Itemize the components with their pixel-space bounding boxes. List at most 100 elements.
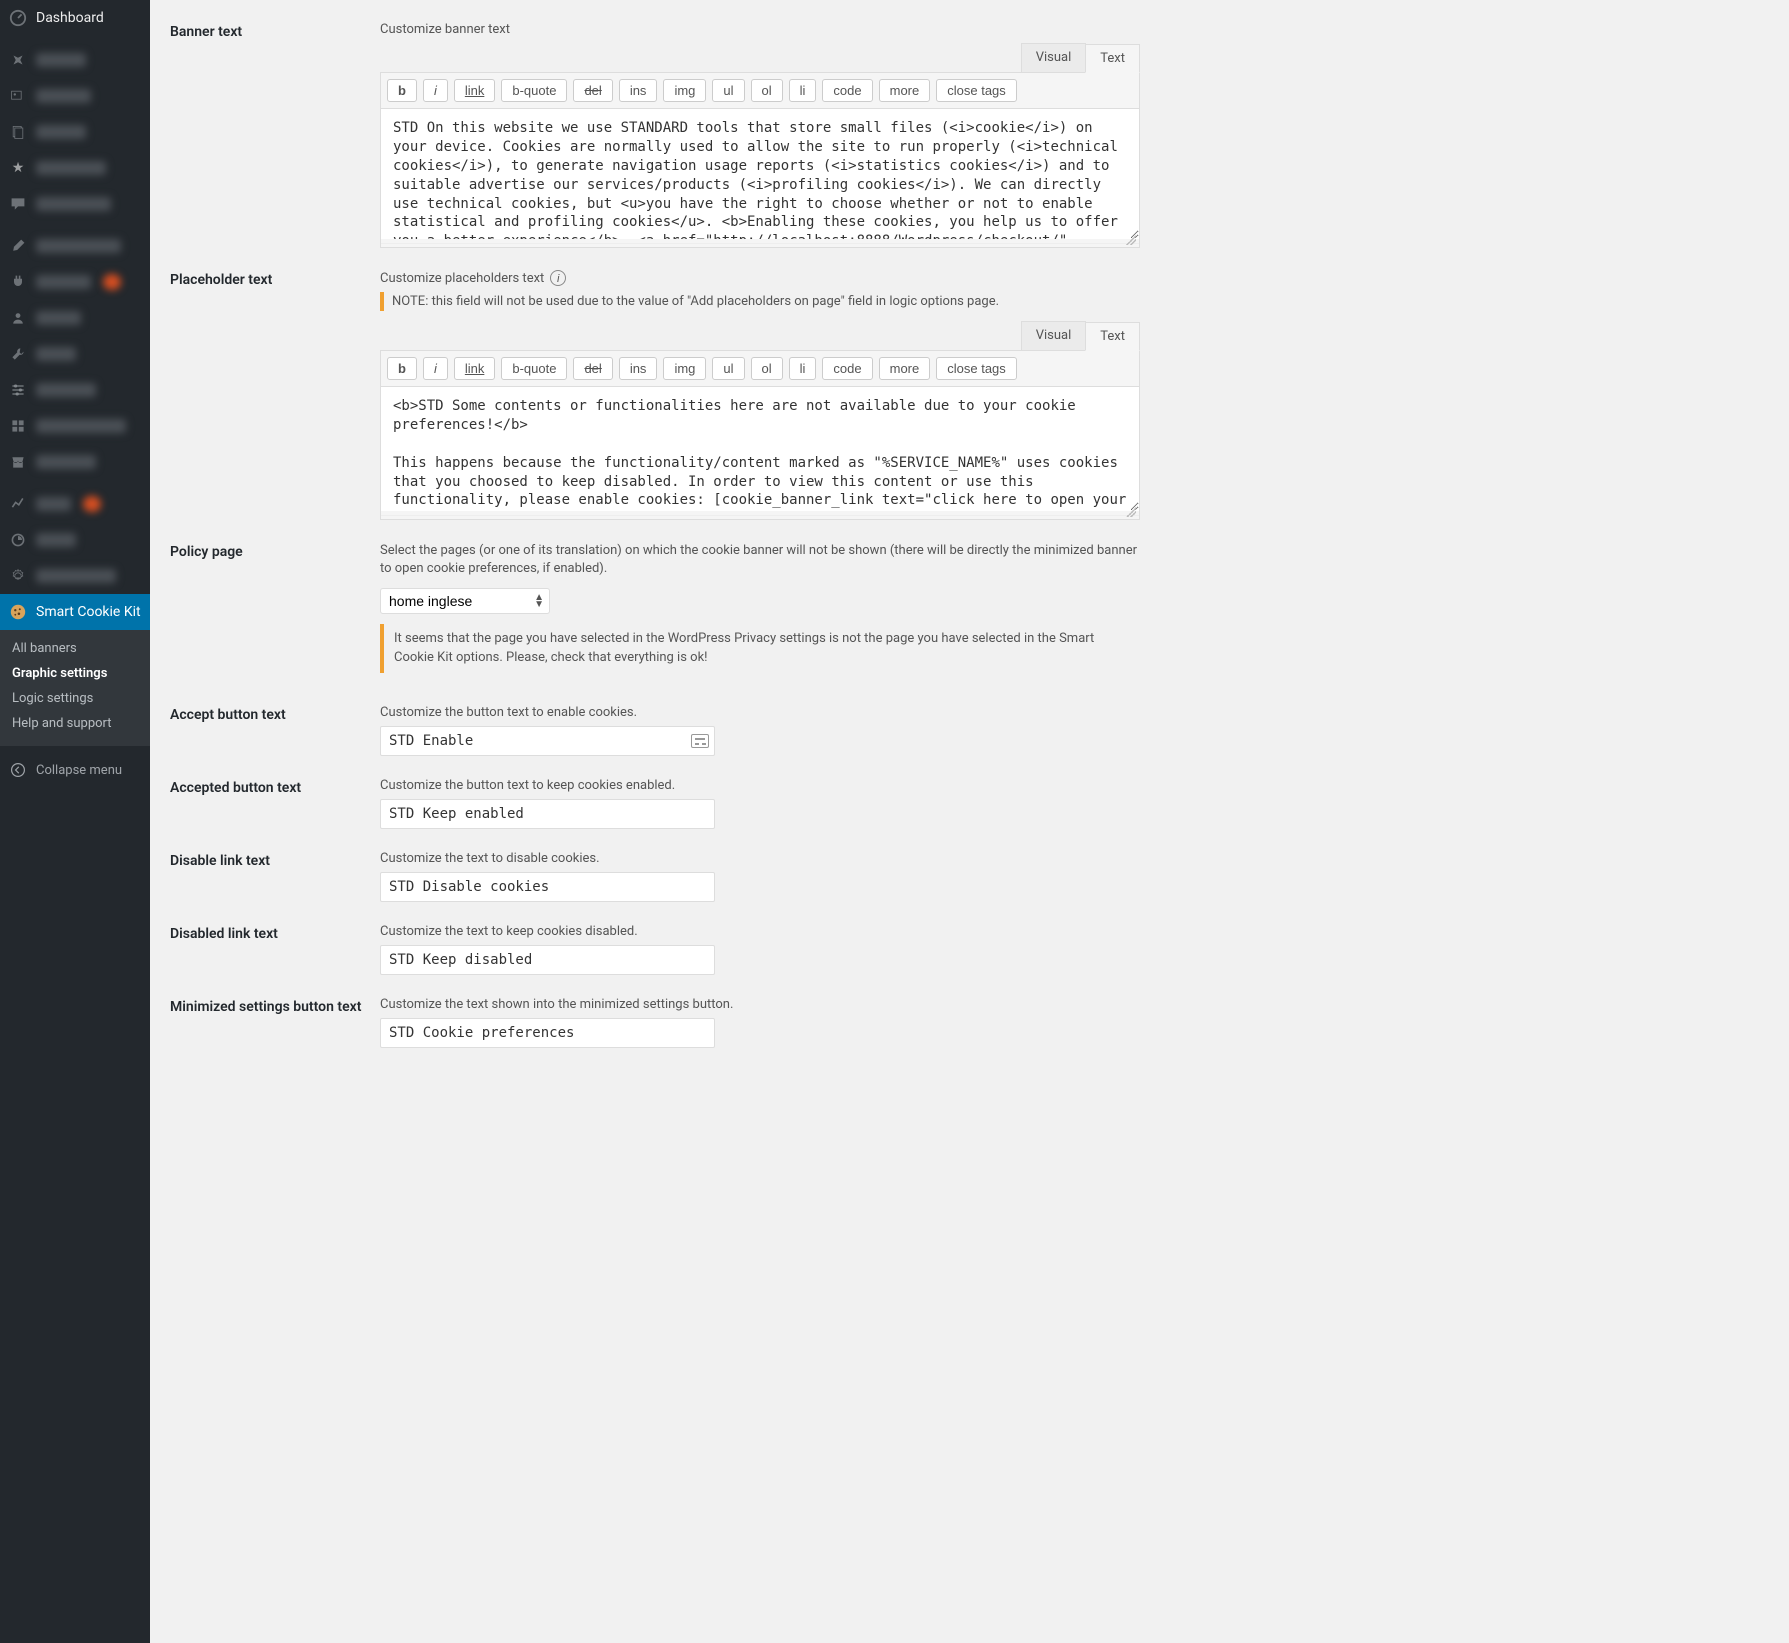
pages-icon	[8, 122, 28, 142]
submenu-smart-cookie-kit: All banners Graphic settings Logic setti…	[0, 630, 150, 746]
row-disable-link: Disable link text Customize the text to …	[170, 829, 1140, 902]
input-disabled-link[interactable]	[380, 945, 715, 975]
star-icon: ★	[8, 158, 28, 178]
toolbar-ol[interactable]: ol	[751, 79, 783, 102]
tools-icon	[8, 344, 28, 364]
menu-item-blurred[interactable]	[0, 114, 150, 150]
toolbar-bquote[interactable]: b-quote	[501, 357, 567, 380]
textarea-banner-text[interactable]: STD On this website we use STANDARD tool…	[381, 109, 1139, 239]
tab-text[interactable]: Text	[1085, 44, 1140, 73]
desc-accepted-button: Customize the button text to keep cookie…	[380, 778, 1140, 793]
comment-icon	[8, 194, 28, 214]
menu-item-blurred[interactable]	[0, 408, 150, 444]
input-minimized-button[interactable]	[380, 1018, 715, 1048]
collapse-menu[interactable]: Collapse menu	[0, 752, 150, 788]
toolbar-img[interactable]: img	[663, 357, 706, 380]
admin-sidebar: Dashboard ★ Smart Cookie Kit All banners…	[0, 0, 150, 1643]
desc-disabled-link: Customize the text to keep cookies disab…	[380, 924, 1140, 939]
tab-text[interactable]: Text	[1085, 322, 1140, 351]
tab-visual[interactable]: Visual	[1021, 321, 1087, 350]
menu-item-blurred[interactable]	[0, 486, 150, 522]
menu-item-blurred[interactable]	[0, 372, 150, 408]
chart-icon	[8, 494, 28, 514]
row-minimized-button: Minimized settings button text Customize…	[170, 975, 1140, 1048]
menu-dashboard[interactable]: Dashboard	[0, 0, 150, 36]
editor-banner-text: b i link b-quote del ins img ul ol li co…	[380, 72, 1140, 248]
menu-label: Dashboard	[36, 10, 104, 26]
menu-item-blurred[interactable]	[0, 42, 150, 78]
desc-placeholder-text: Customize placeholders text i	[380, 270, 1140, 286]
toolbar-ins[interactable]: ins	[619, 79, 658, 102]
label-disabled-link: Disabled link text	[170, 924, 380, 942]
desc-accept-button: Customize the button text to enable cook…	[380, 705, 1140, 720]
menu-item-blurred[interactable]	[0, 300, 150, 336]
menu-item-blurred[interactable]	[0, 444, 150, 480]
tab-visual[interactable]: Visual	[1021, 43, 1087, 72]
cookie-icon	[8, 602, 28, 622]
toolbar-del[interactable]: del	[573, 79, 612, 102]
editor-toolbar: b i link b-quote del ins img ul ol li co…	[381, 73, 1139, 109]
menu-item-blurred[interactable]: ★	[0, 150, 150, 186]
sliders-icon	[8, 380, 28, 400]
toolbar-close-tags[interactable]: close tags	[936, 357, 1017, 380]
input-accepted-button[interactable]	[380, 799, 715, 829]
toolbar-link[interactable]: link	[454, 79, 496, 102]
toolbar-ol[interactable]: ol	[751, 357, 783, 380]
select-policy-page[interactable]: home inglese	[380, 588, 550, 614]
textarea-placeholder-text[interactable]: <b>STD Some contents or functionalities …	[381, 387, 1139, 511]
resize-handle[interactable]	[381, 243, 1139, 247]
resize-handle[interactable]	[381, 515, 1139, 519]
label-minimized-button: Minimized settings button text	[170, 997, 380, 1015]
submenu-all-banners[interactable]: All banners	[0, 636, 150, 661]
toolbar-li[interactable]: li	[789, 357, 817, 380]
collapse-icon	[8, 760, 28, 780]
collapse-label: Collapse menu	[36, 763, 122, 778]
row-placeholder-text: Placeholder text Customize placeholders …	[170, 248, 1140, 520]
toolbar-italic[interactable]: i	[423, 357, 448, 380]
toolbar-ul[interactable]: ul	[712, 357, 744, 380]
menu-item-blurred[interactable]	[0, 336, 150, 372]
toolbar-li[interactable]: li	[789, 79, 817, 102]
submenu-graphic-settings[interactable]: Graphic settings	[0, 661, 150, 686]
toolbar-bold[interactable]: b	[387, 357, 417, 380]
toolbar-italic[interactable]: i	[423, 79, 448, 102]
input-disable-link[interactable]	[380, 872, 715, 902]
toolbar-bquote[interactable]: b-quote	[501, 79, 567, 102]
toolbar-close-tags[interactable]: close tags	[936, 79, 1017, 102]
label-disable-link: Disable link text	[170, 851, 380, 869]
desc-banner-text: Customize banner text	[380, 22, 1140, 37]
input-accept-button[interactable]	[380, 726, 715, 756]
toolbar-link[interactable]: link	[454, 357, 496, 380]
dashboard-icon	[8, 8, 28, 28]
toolbar-img[interactable]: img	[663, 79, 706, 102]
desc-policy-page: Select the pages (or one of its translat…	[380, 542, 1140, 578]
desc-disable-link: Customize the text to disable cookies.	[380, 851, 1140, 866]
info-icon[interactable]: i	[550, 270, 566, 286]
toolbar-ins[interactable]: ins	[619, 357, 658, 380]
menu-item-blurred[interactable]	[0, 522, 150, 558]
plugin-icon	[8, 272, 28, 292]
submenu-help-support[interactable]: Help and support	[0, 711, 150, 736]
notice-policy-page: It seems that the page you have selected…	[380, 624, 1140, 672]
editor-tabs: Visual Text	[380, 43, 1140, 72]
row-disabled-link: Disabled link text Customize the text to…	[170, 902, 1140, 975]
menu-item-blurred[interactable]	[0, 78, 150, 114]
toolbar-more[interactable]: more	[879, 357, 931, 380]
menu-item-blurred[interactable]	[0, 558, 150, 594]
toolbar-bold[interactable]: b	[387, 79, 417, 102]
toolbar-code[interactable]: code	[822, 357, 872, 380]
menu-item-blurred[interactable]	[0, 186, 150, 222]
gear-icon	[8, 566, 28, 586]
menu-item-blurred[interactable]	[0, 228, 150, 264]
toolbar-code[interactable]: code	[822, 79, 872, 102]
label-accepted-button: Accepted button text	[170, 778, 380, 796]
toolbar-del[interactable]: del	[573, 357, 612, 380]
autofill-icon[interactable]	[691, 734, 709, 748]
store-icon	[8, 452, 28, 472]
toolbar-ul[interactable]: ul	[712, 79, 744, 102]
toolbar-more[interactable]: more	[879, 79, 931, 102]
submenu-logic-settings[interactable]: Logic settings	[0, 686, 150, 711]
menu-label: Smart Cookie Kit	[36, 604, 141, 620]
menu-item-blurred[interactable]	[0, 264, 150, 300]
menu-smart-cookie-kit[interactable]: Smart Cookie Kit	[0, 594, 150, 630]
